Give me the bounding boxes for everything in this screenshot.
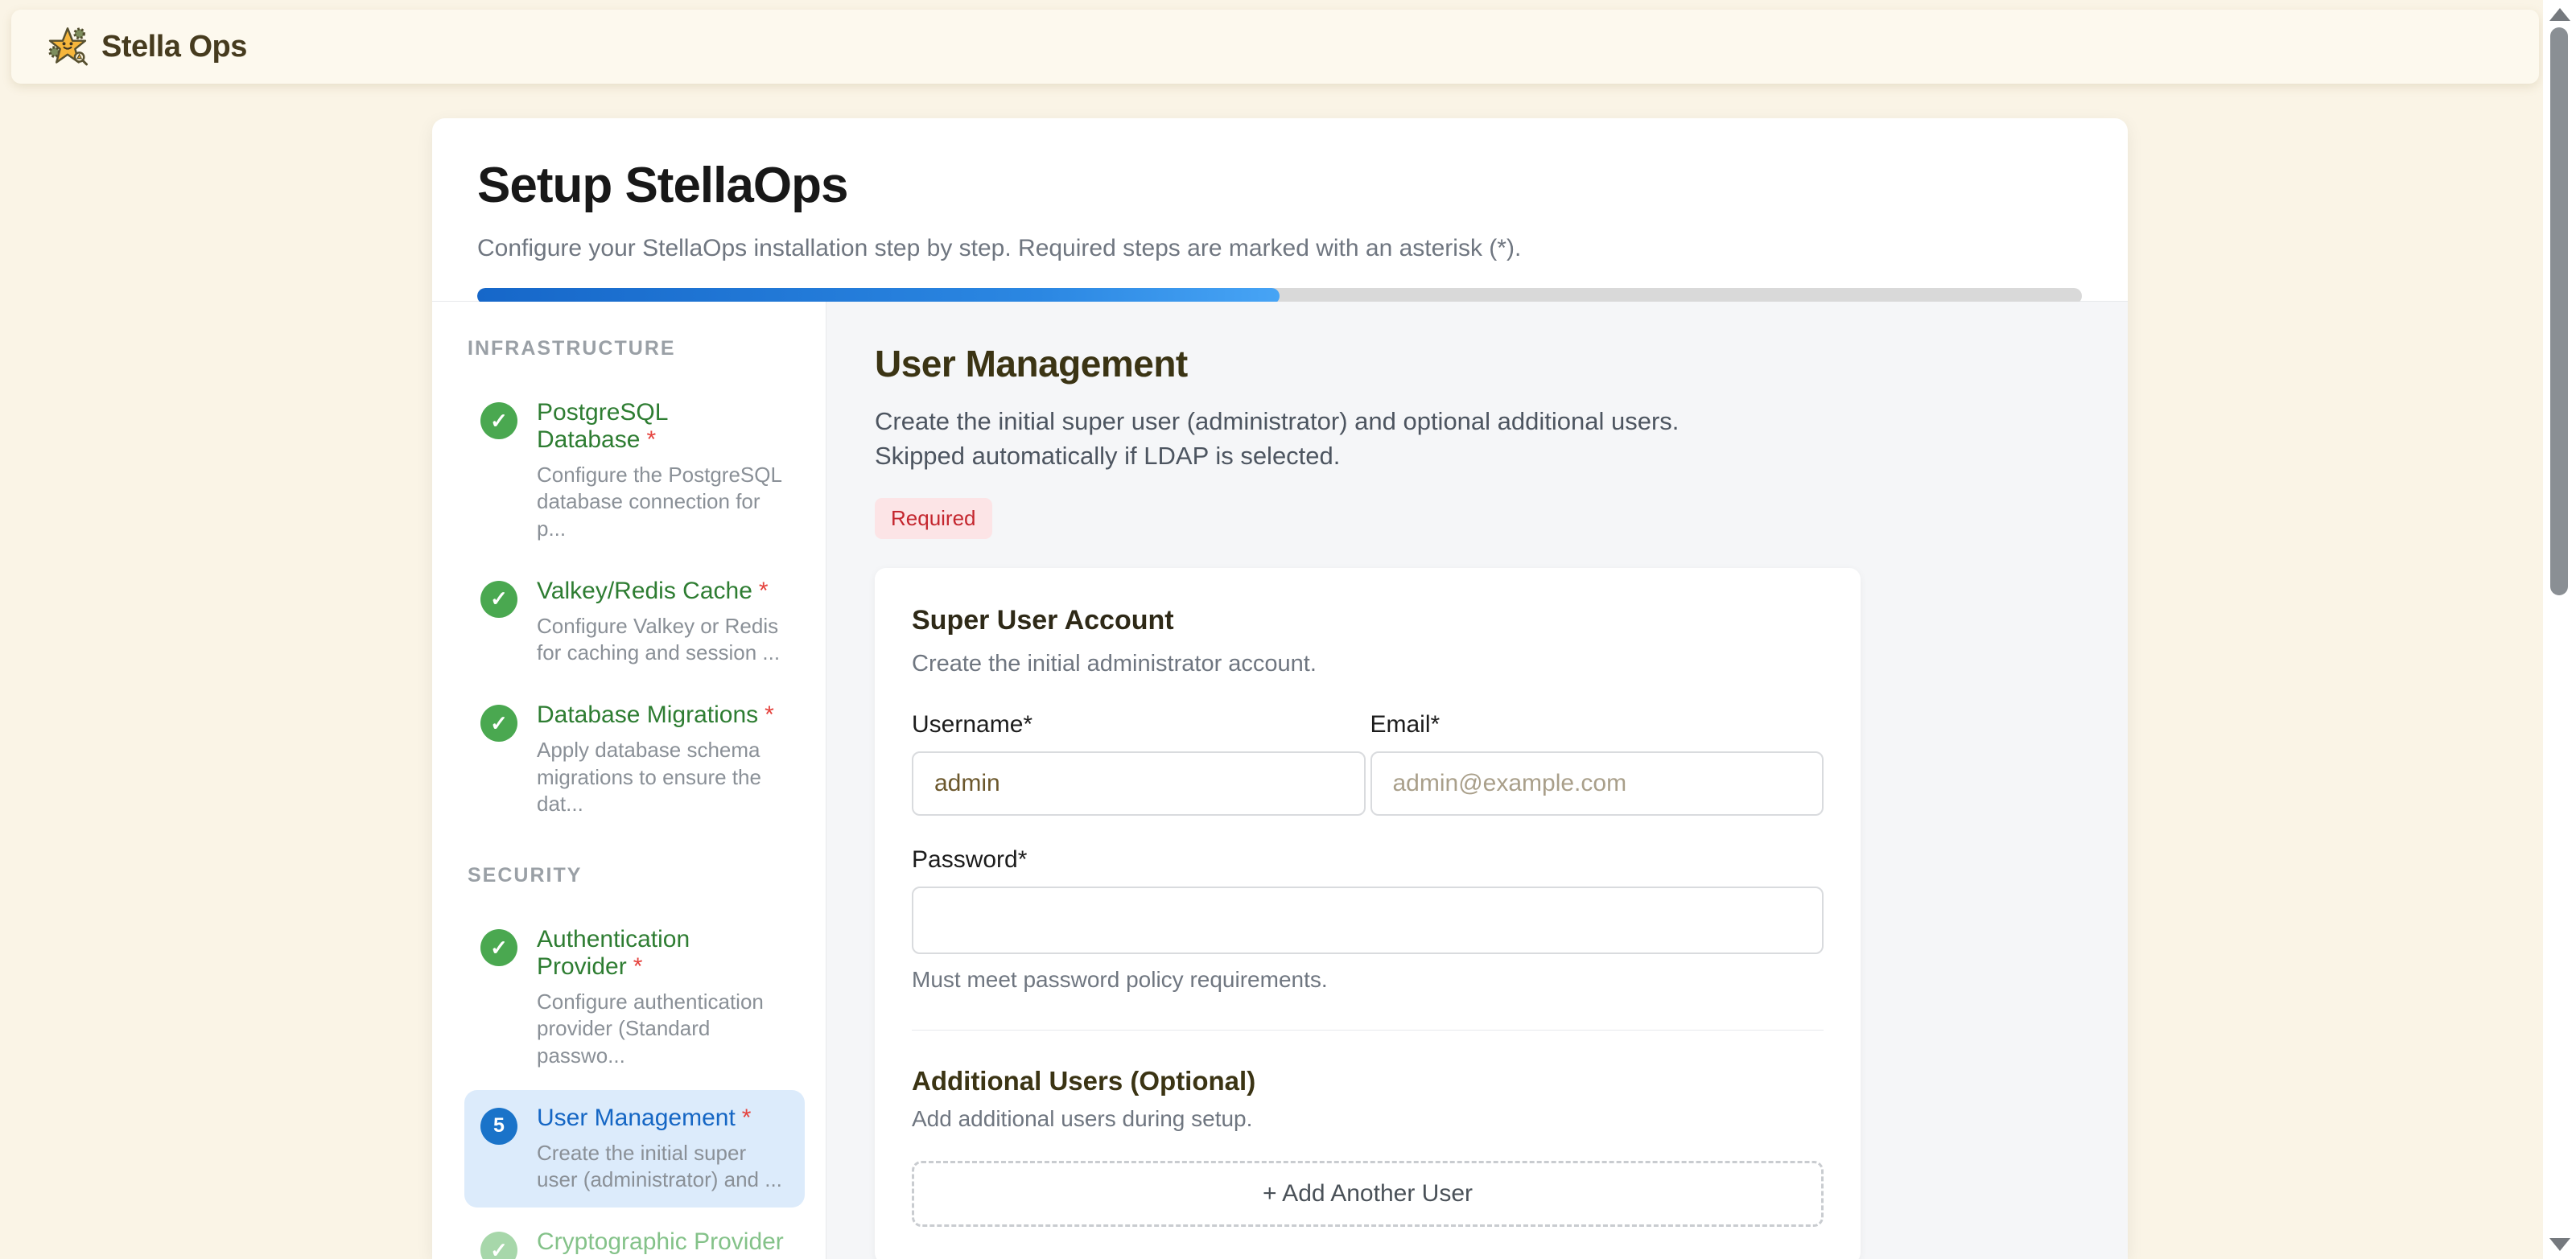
- item-texts: Authentication Provider* Configure authe…: [537, 926, 789, 1069]
- password-label: Password*: [912, 846, 1824, 874]
- app-header: Stella Ops: [11, 10, 2539, 84]
- sidebar-item-authentication-provider[interactable]: ✓ Authentication Provider* Configure aut…: [464, 911, 805, 1084]
- required-asterisk: *: [646, 426, 656, 453]
- item-description: Create the initial super user (administr…: [537, 1140, 789, 1194]
- sidebar-item-cryptographic-provider[interactable]: ✓ Cryptographic Provider Select cryptogr…: [464, 1214, 805, 1259]
- sidebar-item-valkey-redis-cache[interactable]: ✓ Valkey/Redis Cache* Configure Valkey o…: [464, 563, 805, 681]
- item-title: Cryptographic Provider: [537, 1228, 789, 1256]
- username-input[interactable]: [912, 751, 1366, 816]
- item-title: PostgreSQL Database*: [537, 399, 789, 454]
- setup-wizard-card: Setup StellaOps Configure your StellaOps…: [432, 118, 2128, 1259]
- panel-subtitle: Create the initial administrator account…: [912, 651, 1824, 677]
- email-label: Email*: [1370, 711, 1824, 739]
- scrollbar-thumb[interactable]: [2550, 27, 2568, 595]
- step-title: User Management: [875, 342, 2128, 385]
- check-circle-icon: ✓: [480, 705, 517, 742]
- password-help-text: Must meet password policy requirements.: [912, 967, 1824, 993]
- check-glyph: ✓: [490, 936, 508, 961]
- additional-users-title: Additional Users (Optional): [912, 1066, 1824, 1096]
- required-asterisk: *: [765, 702, 774, 728]
- password-input[interactable]: [912, 887, 1824, 954]
- email-field-group: Email*: [1370, 711, 1824, 816]
- add-another-user-button[interactable]: + Add Another User: [912, 1161, 1824, 1227]
- required-asterisk: *: [759, 578, 769, 604]
- wizard-body: INFRASTRUCTURE ✓ PostgreSQL Database* Co…: [432, 302, 2128, 1259]
- additional-users-subtitle: Add additional users during setup.: [912, 1106, 1824, 1132]
- item-texts: Cryptographic Provider Select cryptograp…: [537, 1228, 789, 1259]
- item-description: Configure the PostgreSQL database connec…: [537, 462, 789, 542]
- item-texts: Database Migrations* Apply database sche…: [537, 702, 789, 817]
- scrollbar-up-arrow-icon[interactable]: [2549, 8, 2570, 21]
- page-title: Setup StellaOps: [477, 157, 2083, 214]
- brand-name: Stella Ops: [101, 30, 247, 64]
- check-circle-icon: ✓: [480, 581, 517, 618]
- section-label-infrastructure: INFRASTRUCTURE: [468, 337, 805, 360]
- brand-home-link[interactable]: Stella Ops: [47, 26, 247, 68]
- super-user-account-panel: Super User Account Create the initial ad…: [875, 568, 1861, 1259]
- username-email-row: Username* Email*: [912, 711, 1824, 816]
- email-input[interactable]: [1370, 751, 1824, 816]
- username-label: Username*: [912, 711, 1366, 739]
- wizard-header: Setup StellaOps Configure your StellaOps…: [432, 118, 2128, 302]
- required-asterisk: *: [742, 1105, 752, 1131]
- panel-divider: [912, 1030, 1824, 1031]
- scrollbar-down-arrow-icon[interactable]: [2549, 1238, 2570, 1251]
- step-content-pane: User Management Create the initial super…: [826, 302, 2128, 1259]
- password-field-group: Password* Must meet password policy requ…: [912, 846, 1824, 993]
- check-glyph: ✓: [490, 409, 508, 434]
- page-scrollbar: [2543, 0, 2576, 1259]
- sidebar-item-user-management[interactable]: 5 User Management* Create the initial su…: [464, 1090, 805, 1208]
- item-texts: User Management* Create the initial supe…: [537, 1105, 789, 1194]
- item-description: Configure authentication provider (Stand…: [537, 989, 789, 1069]
- item-texts: PostgreSQL Database* Configure the Postg…: [537, 399, 789, 542]
- required-status-badge: Required: [875, 498, 992, 539]
- check-circle-icon: ✓: [480, 929, 517, 966]
- panel-title: Super User Account: [912, 605, 1824, 636]
- sidebar-item-database-migrations[interactable]: ✓ Database Migrations* Apply database sc…: [464, 687, 805, 832]
- item-title: Valkey/Redis Cache*: [537, 578, 789, 605]
- check-glyph: ✓: [490, 586, 508, 611]
- sidebar-item-postgresql-database[interactable]: ✓ PostgreSQL Database* Configure the Pos…: [464, 385, 805, 557]
- check-circle-icon: ✓: [480, 1232, 517, 1259]
- item-texts: Valkey/Redis Cache* Configure Valkey or …: [537, 578, 789, 667]
- item-title: User Management*: [537, 1105, 789, 1132]
- item-description: Configure Valkey or Redis for caching an…: [537, 613, 789, 667]
- item-description: Apply database schema migrations to ensu…: [537, 737, 789, 817]
- section-label-security: SECURITY: [468, 864, 805, 887]
- item-title: Authentication Provider*: [537, 926, 789, 981]
- step-description: Create the initial super user (administr…: [875, 405, 1760, 474]
- page-subtitle: Configure your StellaOps installation st…: [477, 235, 2083, 262]
- item-title: Database Migrations*: [537, 702, 789, 729]
- required-asterisk: *: [633, 953, 643, 980]
- check-glyph: ✓: [490, 711, 508, 736]
- check-glyph: ✓: [490, 1238, 508, 1259]
- username-field-group: Username*: [912, 711, 1366, 816]
- stellaops-logo-icon: [47, 26, 89, 68]
- check-circle-icon: ✓: [480, 402, 517, 439]
- steps-sidebar: INFRASTRUCTURE ✓ PostgreSQL Database* Co…: [432, 302, 826, 1259]
- step-number-badge: 5: [480, 1108, 517, 1145]
